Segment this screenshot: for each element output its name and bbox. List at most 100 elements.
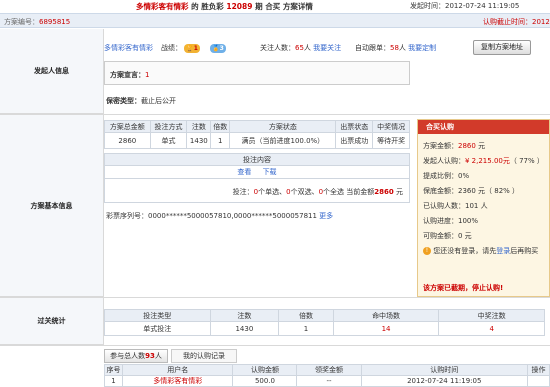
cell: -- [296,375,362,387]
custom-link[interactable]: 我要定制 [408,44,436,52]
closed-notice: 该方案已截期，停止认购! [423,284,504,292]
cell: 500.0 [232,375,298,387]
subscribe-guarantee: 保底金额：2360 元（ 82% ） [423,186,519,196]
col-header: 倍数 [278,309,334,322]
col-header: 领奖金额 [296,364,362,376]
col-header: 命中场数 [332,309,440,322]
manifesto: 方案宣言：1 [110,70,149,80]
progress-value: 100% [458,217,479,225]
col-header: 注数 [186,120,212,133]
subscribe-available: 可购金额：0 元 [423,231,472,241]
tab-participants[interactable]: 参与总人数93人 [104,349,168,363]
manifesto-value: 1 [145,71,150,79]
initiator-sub-value: ¥ 2,215.00元 [465,157,510,165]
cell: 1 [210,132,231,149]
col-header: 投注类型 [104,309,211,322]
download-link[interactable]: 下载 [263,168,277,176]
cell: 满员（当前进度100.0%） [229,132,337,149]
game-name: 的 胜负彩 [191,2,224,11]
commission-value: 0% [458,172,470,180]
plan-table: 方案总金额 投注方式 注数 倍数 方案状态 出票状态 中奖情况 2860 单式 … [104,120,410,149]
bet-prefix: 投注： [232,188,254,196]
subscribe-title: 合买认购 [418,120,549,134]
ticket-label: 彩票序列号： [106,212,148,220]
plan-id: 方案编号：6895815 [4,17,70,27]
auto-follow-count: 58 [390,44,399,52]
cell: 出票成功 [335,132,374,149]
available-label: 可购金额： [423,232,458,240]
col-header: 中奖情况 [372,120,410,133]
issue-number: 12089 [226,2,253,11]
cell: 1 [104,375,123,387]
col-header: 注数 [209,309,280,322]
view-link[interactable]: 查看 [237,168,251,176]
cell: 单式投注 [104,321,211,336]
bet-content-box: 投注内容 查看 下载 投注：0个单选、0个双选、0个全选 当前金额2860 元 [104,153,410,203]
col-header: 操作 [527,364,550,376]
tab-participants-count: 93 [145,352,155,360]
trophy-icon: 🏆1 [184,43,200,53]
amount-unit: 元 [396,188,403,196]
cell: 等待开奖 [372,132,410,149]
subscribe-total: 方案金额：2860 元 [423,141,485,151]
plan-section-label: 方案基本信息 [0,115,104,297]
record-badge-2: 3 [219,44,224,52]
tab-participants-unit: 人 [154,352,162,360]
col-header: 出票状态 [335,120,374,133]
more-link[interactable]: 更多 [319,212,333,220]
table-row: 1 多情彩客有情彩 500.0 -- 2012-07-24 11:19:05 [104,375,550,387]
cell: 14 [332,321,440,336]
cell: 1 [278,321,334,336]
total-value: 2860 [458,142,476,150]
followers-unit: 人 [303,44,311,52]
cell[interactable]: 多情彩客有情彩 [121,375,234,387]
record-badge-1: 1 [193,44,198,52]
bet-content-actions: 查看 下载 [105,166,409,179]
subscribe-panel: 合买认购 方案金额：2860 元 发起人认购：¥ 2,215.00元（ 77% … [417,119,550,297]
cell: 2012-07-24 11:19:05 [360,375,529,387]
privacy-value: 截止后公开 [141,97,176,105]
followers-count: 65 [295,44,304,52]
col-header: 序号 [104,364,123,376]
cell: 单式 [149,132,188,149]
ticket-serial: 彩票序列号：0000******5000057810,0000******500… [106,211,333,221]
record-label: 战绩： [161,44,182,52]
initiator-section-label: 发起人信息 [0,29,104,114]
current-amount: 2860 [374,188,394,196]
manifesto-box: 方案宣言：1 [104,61,410,85]
all-label: 个全选 当前金额 [323,188,375,196]
col-header: 认购时间 [360,364,529,376]
passing-table: 投注类型 注数 倍数 命中场数 中奖注数 单式投注 1430 1 14 4 [104,309,545,336]
tab-my-records[interactable]: 我的认购记录 [171,349,237,363]
auto-follow-unit: 人 [398,44,406,52]
initiator-link[interactable]: 多情彩客有情彩 [104,43,153,53]
privacy-label: 保密类型： [106,97,141,105]
bet-content-title: 投注内容 [105,154,409,166]
auto-follow-label: 自动跟单： [355,44,390,52]
login-link[interactable]: 登录 [496,247,510,255]
login-hint: ! 您还没有登录，请先登录后再购买 [423,246,538,256]
tab-participants-label: 参与总人数 [110,352,146,360]
available-value: 0 元 [458,232,472,240]
participants-table: 序号 用户名 认购金额 领奖金额 认购时间 操作 1 多情彩客有情彩 500.0… [104,364,550,387]
passing-section-label: 过关统计 [0,298,104,345]
col-header: 方案总金额 [104,120,151,133]
plan-table-header: 方案总金额 投注方式 注数 倍数 方案状态 出票状态 中奖情况 [104,120,410,133]
medal-icon: 🏅3 [210,43,226,53]
cell: 1430 [209,321,280,336]
participants-table-header: 序号 用户名 认购金额 领奖金额 认购时间 操作 [104,364,550,376]
subscribe-progress: 认购进度：100% [423,216,478,226]
plan-id-bar: 方案编号：6895815 认购截止时间：2012-07- [0,13,550,28]
initiator-name[interactable]: 多情彩客有情彩 [136,2,189,11]
cell [527,375,550,387]
title-suffix: 期 合买 方案详情 [255,2,313,11]
follow-link[interactable]: 我要关注 [313,44,341,52]
initiator-sub-pct: （ 77% ） [509,157,544,165]
subscribe-commission: 提成比例：0% [423,171,469,181]
guarantee-label: 保底金额： [423,187,458,195]
initiator-name-link[interactable]: 多情彩客有情彩 [104,44,153,52]
plan-id-value: 6895815 [39,18,71,26]
followers: 关注人数：65人 我要关注 [260,43,341,53]
copy-plan-url-button[interactable]: 复制方案地址 [473,40,531,55]
double-label: 个双选、 [290,188,319,196]
